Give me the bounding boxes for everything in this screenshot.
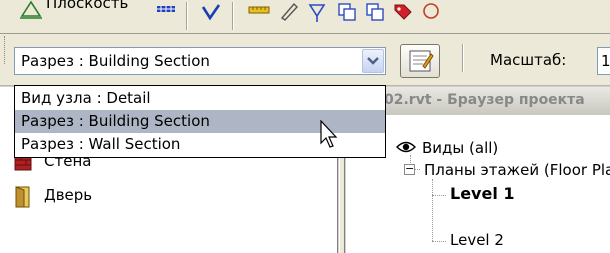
type-selector-toolbar: Разрез : Building Section Масштаб: 1 — [0, 34, 610, 86]
plane-icon[interactable] — [20, 0, 42, 20]
mouse-cursor-icon — [320, 120, 338, 148]
type-properties-button[interactable] — [400, 44, 440, 78]
check-icon[interactable] — [200, 2, 222, 24]
type-selector-combobox[interactable]: Разрез : Building Section — [14, 47, 386, 75]
collapse-toggle[interactable]: − — [404, 163, 415, 175]
more-icon[interactable] — [420, 2, 442, 24]
chevron-down-icon — [367, 57, 379, 65]
main-toolbar: Плоскость — [0, 0, 610, 34]
tree-connector — [432, 179, 433, 241]
door-icon — [15, 186, 30, 208]
project-browser-title: 02.rvt - Браузер проекта — [384, 92, 585, 108]
palette-item-label: Дверь — [44, 186, 93, 204]
scale-label: Масштаб: — [490, 51, 567, 69]
toolbar-grip[interactable] — [4, 36, 8, 64]
tree-connector — [432, 241, 446, 242]
tree-node-level-1[interactable]: Level 1 — [450, 184, 515, 203]
dropdown-arrow-button[interactable] — [362, 49, 384, 73]
toolbar-separator — [462, 44, 464, 72]
scale-input[interactable]: 1 — [597, 47, 610, 75]
type-selector-value: Разрез : Building Section — [21, 52, 210, 70]
paste-icon[interactable] — [364, 2, 386, 24]
pin-icon[interactable] — [306, 2, 328, 24]
dropdown-option[interactable]: Вид узла : Detail — [15, 87, 385, 110]
pencil-icon[interactable] — [278, 2, 300, 24]
eye-icon — [396, 141, 416, 153]
tree-node-floor-plans[interactable]: Планы этажей (Floor Plan) — [424, 161, 610, 179]
copy-icon[interactable] — [336, 2, 358, 24]
grid-icon[interactable] — [155, 2, 177, 24]
tree-node-views[interactable]: Виды (all) — [422, 139, 498, 157]
toolbar-separator — [232, 2, 234, 30]
tag-icon[interactable] — [392, 2, 414, 24]
toolbar-separator — [186, 2, 188, 30]
tree-node-level-2[interactable]: Level 2 — [450, 231, 504, 249]
scale-value: 1 — [601, 52, 610, 70]
tree-connector — [432, 195, 446, 196]
properties-icon — [409, 50, 434, 72]
measure-icon[interactable] — [248, 2, 270, 24]
plane-button-label[interactable]: Плоскость — [46, 0, 128, 12]
